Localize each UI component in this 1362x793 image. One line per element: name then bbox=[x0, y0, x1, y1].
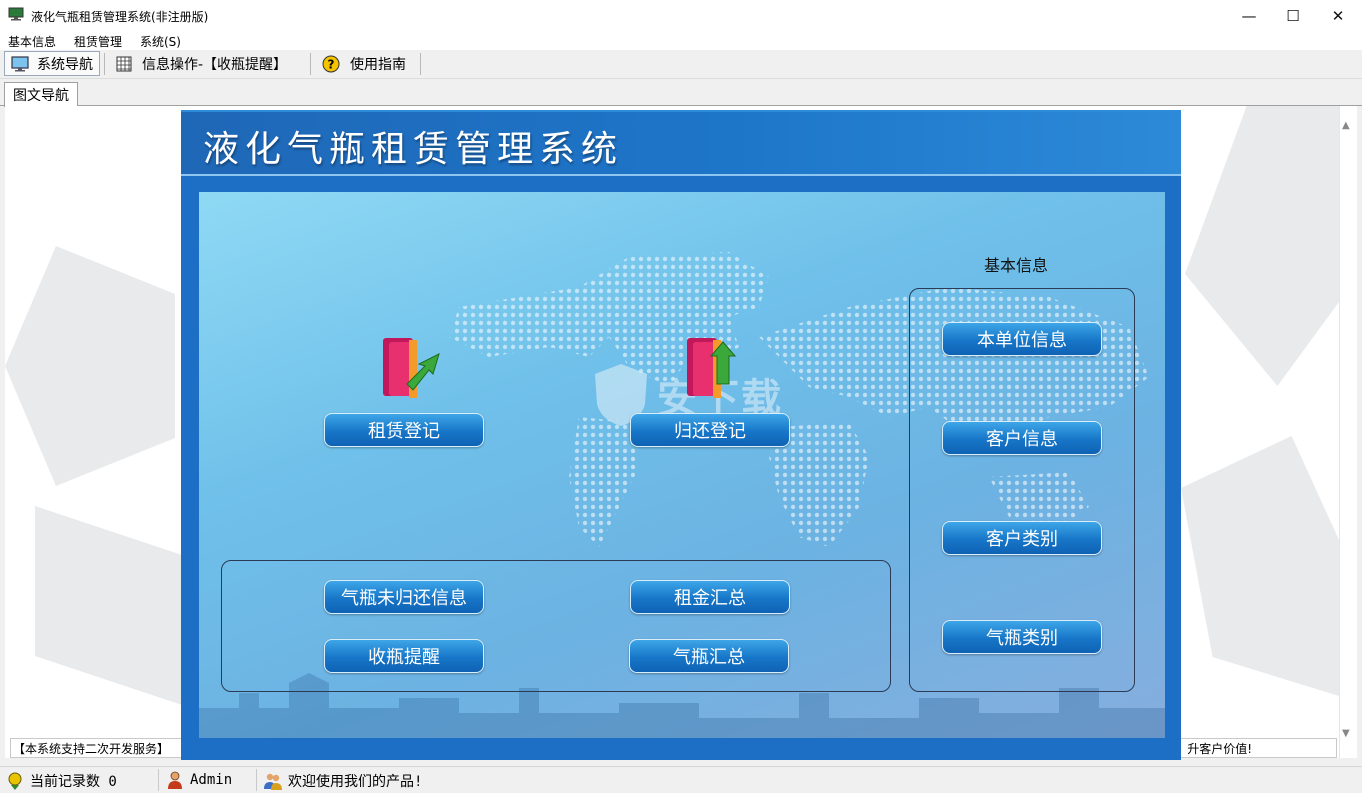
panel-canvas: 安下载 租赁登记 归还登记 气瓶未归还信息 租金汇总 收瓶提醒 气瓶汇总 基本信… bbox=[199, 192, 1165, 738]
rent-register-button[interactable]: 租赁登记 bbox=[324, 413, 484, 447]
scroll-down-icon[interactable]: ▼ bbox=[1342, 728, 1350, 739]
background-shape bbox=[1185, 106, 1339, 386]
collect-reminder-button[interactable]: 收瓶提醒 bbox=[324, 639, 484, 673]
unreturned-cylinder-button[interactable]: 气瓶未归还信息 bbox=[324, 580, 484, 614]
menu-rental-management[interactable]: 租赁管理 bbox=[74, 33, 122, 50]
users-icon bbox=[264, 773, 282, 790]
user-name: Admin bbox=[190, 772, 233, 788]
cylinder-summary-button[interactable]: 气瓶汇总 bbox=[629, 639, 789, 673]
tab-graphic-nav-label: 图文导航 bbox=[13, 88, 69, 104]
status-separator bbox=[158, 769, 159, 791]
navigation-panel: 液化气瓶租赁管理系统 安下载 租赁登记 归还登记 气瓶未归还信息 租金汇总 收瓶… bbox=[181, 110, 1181, 760]
background-shape bbox=[1181, 436, 1339, 696]
customer-info-button[interactable]: 客户信息 bbox=[942, 421, 1102, 455]
system-nav-button[interactable]: 系统导航 bbox=[4, 51, 100, 76]
close-icon: ✕ bbox=[1331, 6, 1345, 25]
return-register-button[interactable]: 归还登记 bbox=[630, 413, 790, 447]
vertical-scrollbar[interactable]: ▲ ▼ bbox=[1339, 106, 1357, 758]
panel-title: 液化气瓶租赁管理系统 bbox=[203, 129, 624, 170]
window-title: 液化气瓶租赁管理系统(非注册版) bbox=[31, 10, 209, 24]
welcome-text: 欢迎使用我们的产品! bbox=[288, 774, 423, 790]
toolbar-separator bbox=[104, 53, 105, 75]
panel-header: 液化气瓶租赁管理系统 bbox=[181, 112, 1181, 176]
unit-info-button[interactable]: 本单位信息 bbox=[942, 322, 1102, 356]
rent-book-icon bbox=[383, 338, 440, 398]
minimize-icon: — bbox=[1241, 6, 1257, 25]
ticker-right-text: 升客户价值! bbox=[1187, 742, 1252, 756]
maximize-icon: ☐ bbox=[1286, 6, 1300, 25]
info-operation-button[interactable]: 信息操作-【收瓶提醒】 bbox=[116, 51, 287, 76]
menu-bar: 基本信息 租赁管理 系统(S) bbox=[0, 31, 1362, 50]
title-bar: 液化气瓶租赁管理系统(非注册版) — ☐ ✕ bbox=[0, 0, 1362, 31]
grid-icon bbox=[116, 56, 132, 71]
menu-system[interactable]: 系统(S) bbox=[140, 33, 181, 50]
welcome-item: 欢迎使用我们的产品! bbox=[264, 771, 422, 791]
close-button[interactable]: ✕ bbox=[1315, 0, 1361, 31]
background-shape bbox=[5, 246, 175, 486]
help-icon: ? bbox=[322, 55, 340, 72]
minimize-button[interactable]: — bbox=[1226, 0, 1272, 31]
system-nav-label: 系统导航 bbox=[37, 56, 93, 73]
toolbar-separator bbox=[310, 53, 311, 75]
status-bar: 当前记录数 0 Admin 欢迎使用我们的产品! bbox=[0, 766, 1362, 793]
rent-summary-button[interactable]: 租金汇总 bbox=[630, 580, 790, 614]
record-count-icon bbox=[8, 772, 22, 790]
app-icon bbox=[8, 7, 24, 21]
user-guide-label: 使用指南 bbox=[350, 56, 406, 73]
background-shape bbox=[35, 506, 185, 706]
info-operation-label: 信息操作-【收瓶提醒】 bbox=[142, 56, 288, 73]
tab-strip: 图文导航 bbox=[0, 79, 1362, 107]
return-book-icon bbox=[687, 338, 737, 398]
svg-text:?: ? bbox=[328, 57, 335, 71]
cylinder-type-button[interactable]: 气瓶类别 bbox=[942, 620, 1102, 654]
report-group-box bbox=[221, 560, 891, 692]
maximize-button[interactable]: ☐ bbox=[1270, 0, 1316, 31]
user-guide-button[interactable]: ? 使用指南 bbox=[322, 51, 406, 76]
monitor-icon bbox=[11, 55, 29, 71]
scroll-up-icon[interactable]: ▲ bbox=[1342, 120, 1350, 131]
user-item: Admin bbox=[166, 771, 232, 789]
status-separator bbox=[256, 769, 257, 791]
record-count-item: 当前记录数 0 bbox=[6, 771, 117, 791]
record-count-text: 当前记录数 0 bbox=[30, 774, 117, 790]
ticker-left-text: 【本系统支持二次开发服务】 bbox=[13, 742, 170, 756]
user-icon bbox=[168, 771, 182, 789]
toolbar-separator bbox=[420, 53, 421, 75]
menu-basic-info[interactable]: 基本信息 bbox=[8, 33, 56, 50]
toolbar: 系统导航 信息操作-【收瓶提醒】 ? 使用指南 bbox=[0, 50, 1362, 79]
customer-type-button[interactable]: 客户类别 bbox=[942, 521, 1102, 555]
tab-graphic-nav[interactable]: 图文导航 bbox=[4, 82, 78, 107]
basic-info-heading: 基本信息 bbox=[984, 256, 1049, 275]
